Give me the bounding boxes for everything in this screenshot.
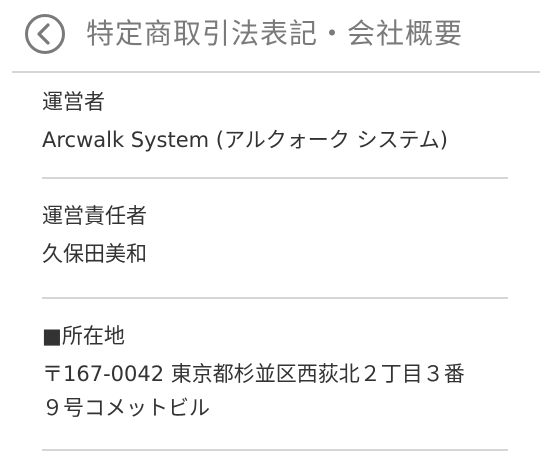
manager-label: 運営責任者 [42, 204, 147, 228]
address-line-2: ９号コメットビル [42, 396, 210, 420]
chevron-left-circle-icon [25, 14, 65, 54]
manager-section: 運営責任者 久保田美和 [42, 179, 508, 297]
operator-label: 運営者 [42, 90, 105, 114]
header: 特定商取引法表記・会社概要 [0, 0, 553, 73]
address-line-1: 〒167-0042 東京都杉並区西荻北２丁目３番 [42, 362, 465, 386]
address-label: ■所在地 [42, 324, 125, 348]
operator-section: 運営者 Arcwalk System (アルクォーク システム) [42, 73, 508, 177]
page-title: 特定商取引法表記・会社概要 [86, 17, 464, 50]
back-button[interactable] [24, 13, 66, 55]
operator-value: Arcwalk System (アルクォーク システム) [42, 128, 449, 152]
section-divider [42, 449, 508, 451]
manager-value: 久保田美和 [42, 242, 147, 266]
company-info: 運営者 Arcwalk System (アルクォーク システム) 運営責任者 久… [42, 73, 508, 451]
address-section: ■所在地 〒167-0042 東京都杉並区西荻北２丁目３番 ９号コメットビル [42, 299, 508, 449]
